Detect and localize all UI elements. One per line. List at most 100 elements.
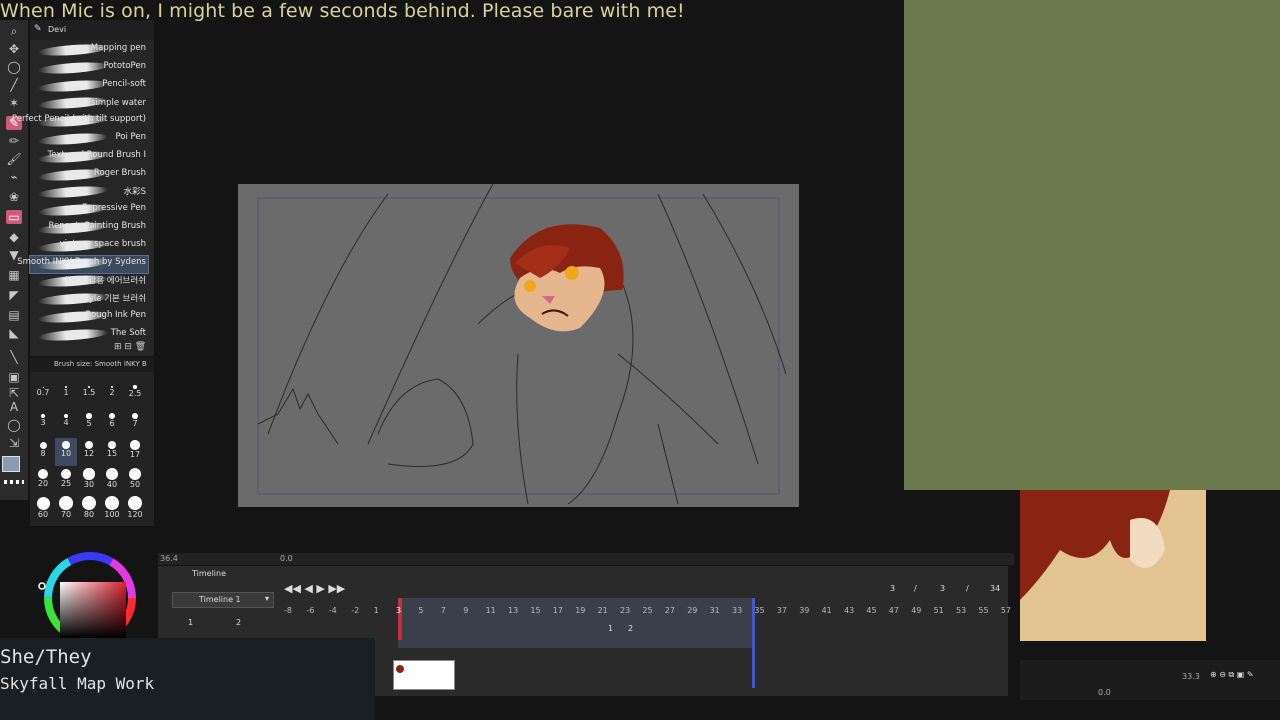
pen-tab-icon[interactable]: ✎: [34, 24, 42, 34]
navigator-zoom-icons[interactable]: ⊕ ⊖ ⧉ ▣ ✎: [1210, 670, 1254, 680]
frame-number[interactable]: 7: [441, 606, 446, 615]
brush-size-option[interactable]: 10: [55, 438, 77, 466]
brush-item[interactable]: PototoPen: [30, 60, 148, 77]
frame-number[interactable]: 27: [665, 606, 675, 615]
frame-number[interactable]: 33: [732, 606, 742, 615]
frame-number[interactable]: 51: [934, 606, 944, 615]
frame-number[interactable]: 49: [911, 606, 921, 615]
frame-number[interactable]: 31: [710, 606, 720, 615]
lasso-icon[interactable]: ◯: [6, 60, 22, 74]
brush-size-option[interactable]: 3: [32, 409, 54, 437]
brush-item[interactable]: Renee's Painting Brush: [30, 220, 148, 237]
brush-size-option[interactable]: 17: [124, 438, 146, 466]
frame-number[interactable]: 35: [754, 606, 764, 615]
frame-number[interactable]: 3: [396, 606, 401, 615]
frame-number[interactable]: 17: [553, 606, 563, 615]
canvas-zoom-value[interactable]: 36.4: [160, 554, 178, 563]
frame-icon[interactable]: ▤: [6, 308, 22, 322]
pencil-icon[interactable]: ✏: [6, 134, 22, 148]
brush-size-option[interactable]: 0.7: [32, 380, 54, 408]
navigator-rotation[interactable]: 0.0: [1098, 688, 1111, 697]
operation-icon[interactable]: ◣: [6, 326, 22, 340]
brush-size-option[interactable]: 70: [55, 496, 77, 524]
frame-number[interactable]: 25: [642, 606, 652, 615]
brush-item[interactable]: Pencil-soft: [30, 78, 148, 95]
playback-buttons[interactable]: ◀◀ ◀ ▶ ▶▶: [284, 582, 345, 595]
brush-item[interactable]: Expressive Pen: [30, 202, 148, 219]
gradient-icon[interactable]: ▦: [6, 268, 22, 282]
frame-number[interactable]: -6: [306, 606, 314, 615]
brush-size-option[interactable]: 100: [101, 496, 123, 524]
blend-icon[interactable]: ◆: [6, 230, 22, 244]
brush-size-option[interactable]: 60: [32, 496, 54, 524]
eyedropper-icon[interactable]: ╱: [6, 78, 22, 92]
cel-thumbnail[interactable]: [393, 660, 455, 690]
text-icon[interactable]: A: [6, 400, 22, 414]
brush-size-option[interactable]: 2: [101, 380, 123, 408]
brush-item[interactable]: Rough Ink Pen: [30, 309, 148, 326]
brush-size-option[interactable]: 5: [78, 409, 100, 437]
frame-number[interactable]: 45: [866, 606, 876, 615]
brush-size-option[interactable]: 15: [101, 438, 123, 466]
brush-item[interactable]: Roger Brush: [30, 167, 148, 184]
brush-panel-actions[interactable]: ⊞ ⊟ 🗑: [114, 342, 146, 352]
zoom-icon[interactable]: ⌕: [6, 24, 22, 38]
brush-size-option[interactable]: 8: [32, 438, 54, 466]
brush-size-option[interactable]: 50: [124, 467, 146, 495]
brush-icon[interactable]: 🖌: [6, 152, 22, 166]
frame-number[interactable]: 1: [374, 606, 379, 615]
brush-size-option[interactable]: 120: [124, 496, 146, 524]
brush-size-option[interactable]: 6: [101, 409, 123, 437]
brush-item[interactable]: Textured Round Brush I: [30, 149, 148, 166]
brush-size-option[interactable]: 4: [55, 409, 77, 437]
timeline-select[interactable]: Timeline 1 ▾: [172, 592, 274, 608]
vector-icon[interactable]: ⇱: [6, 386, 22, 400]
brush-item[interactable]: Mapping pen: [30, 42, 148, 59]
brush-size-option[interactable]: 1: [55, 380, 77, 408]
brush-size-option[interactable]: 20: [32, 467, 54, 495]
frame-number[interactable]: 47: [889, 606, 899, 615]
frame-number[interactable]: 21: [598, 606, 608, 615]
frame-number[interactable]: 29: [687, 606, 697, 615]
airbrush-icon[interactable]: ⌁: [6, 170, 22, 184]
frame-number[interactable]: 23: [620, 606, 630, 615]
frame-number[interactable]: 57: [1001, 606, 1011, 615]
brush-item[interactable]: vintage space brush: [30, 238, 148, 255]
brush-size-option[interactable]: 40: [101, 467, 123, 495]
brush-size-option[interactable]: 7: [124, 409, 146, 437]
frame-number[interactable]: 13: [508, 606, 518, 615]
navigator-zoom[interactable]: 33.3: [1182, 672, 1200, 681]
tab-devi[interactable]: Devi: [48, 25, 66, 34]
brush-item[interactable]: Perfect Pencil (with tilt support): [12, 113, 148, 130]
frame-number[interactable]: 53: [956, 606, 966, 615]
frame-number[interactable]: 9: [463, 606, 468, 615]
figure-icon[interactable]: ◤: [6, 288, 22, 302]
eraser-icon[interactable]: ▭: [6, 210, 22, 224]
decoration-icon[interactable]: ❀: [6, 190, 22, 204]
canvas-rotation-value[interactable]: 0.0: [280, 554, 293, 563]
move-icon[interactable]: ✥: [6, 42, 22, 56]
brush-item[interactable]: 연필simple water: [30, 95, 148, 112]
frame-number[interactable]: -8: [284, 606, 292, 615]
frame-number[interactable]: 37: [777, 606, 787, 615]
frame-number[interactable]: 55: [978, 606, 988, 615]
line-icon[interactable]: ╲: [6, 350, 22, 364]
brush-item[interactable]: 水彩S: [30, 184, 148, 201]
brush-size-option[interactable]: 12: [78, 438, 100, 466]
frame-number[interactable]: 19: [575, 606, 585, 615]
brush-item[interactable]: 수채,질감용 에어브러쉬: [30, 273, 148, 290]
frame-number[interactable]: 41: [822, 606, 832, 615]
ruler-icon[interactable]: ▣: [6, 370, 22, 384]
main-color-swatch[interactable]: [2, 456, 20, 472]
playhead[interactable]: [398, 598, 402, 640]
transparency-swatch[interactable]: [4, 480, 24, 484]
brush-size-option[interactable]: 2.5: [124, 380, 146, 408]
frame-number[interactable]: -2: [351, 606, 359, 615]
frame-number[interactable]: 11: [486, 606, 496, 615]
tab-timeline[interactable]: Timeline: [192, 569, 226, 578]
frame-number[interactable]: 39: [799, 606, 809, 615]
correct-line-icon[interactable]: ⇲: [6, 436, 22, 450]
frame-number[interactable]: 5: [418, 606, 423, 615]
sparkle-icon[interactable]: ✶: [6, 96, 22, 110]
frame-number[interactable]: -4: [329, 606, 337, 615]
